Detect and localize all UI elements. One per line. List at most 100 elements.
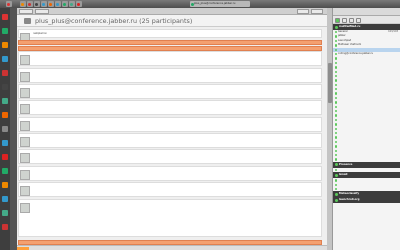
message xyxy=(18,182,322,197)
dock-icon[interactable] xyxy=(2,196,8,202)
dock-icon[interactable] xyxy=(2,168,8,174)
status-icon xyxy=(334,114,337,117)
online-icon xyxy=(335,173,338,177)
roster-group-label: Presence xyxy=(339,162,353,166)
room-icon xyxy=(24,18,31,24)
status-icon xyxy=(334,110,337,113)
toolbar-button[interactable] xyxy=(35,9,49,14)
message xyxy=(18,117,322,132)
toolbar-button[interactable] xyxy=(297,9,309,14)
search-icon[interactable] xyxy=(356,17,361,23)
dock-icon[interactable] xyxy=(2,42,8,48)
status-icon xyxy=(334,92,337,95)
chat-window: plus_plus@conference.jabber.ru (25 parti… xyxy=(17,8,327,250)
avatar xyxy=(20,88,30,98)
taskbar-tab[interactable] xyxy=(55,1,61,7)
taskbar-tab[interactable] xyxy=(34,1,40,7)
input-bar[interactable] xyxy=(17,245,327,250)
status-icon xyxy=(334,183,337,186)
message-text: nakiplemon xyxy=(33,32,47,35)
app-icon xyxy=(70,2,73,6)
dock-icon[interactable] xyxy=(2,56,8,62)
dock-icon[interactable] xyxy=(2,224,8,230)
taskbar-tab[interactable] xyxy=(69,1,75,7)
status-icon xyxy=(334,83,337,87)
message xyxy=(18,149,322,164)
dock-icon[interactable] xyxy=(2,14,8,20)
taskbar-tab[interactable] xyxy=(62,1,68,7)
dock-icon[interactable] xyxy=(2,154,8,160)
dock-icon[interactable] xyxy=(2,182,8,188)
dock-icon[interactable] xyxy=(2,112,8,118)
app-icon xyxy=(56,2,59,6)
status-icon xyxy=(334,179,337,182)
message xyxy=(18,199,322,237)
dock xyxy=(0,8,10,250)
roster-group[interactable]: launchroll.org xyxy=(333,197,400,204)
toolbar-button[interactable] xyxy=(19,9,33,14)
toolbar-button[interactable] xyxy=(311,9,323,14)
roster-item-label: coding@conference.jabber.ru xyxy=(338,51,374,55)
status-icon xyxy=(334,61,337,65)
status-icon xyxy=(334,158,337,161)
status-icon xyxy=(334,136,337,139)
status-icon xyxy=(334,52,337,56)
dock-icon[interactable] xyxy=(2,28,8,34)
scrollbar-thumb[interactable] xyxy=(327,63,332,103)
status-icon xyxy=(334,79,337,82)
taskbar-tab[interactable] xyxy=(76,1,82,7)
status-icon[interactable] xyxy=(335,17,340,23)
avatar xyxy=(20,137,30,147)
dock-icon[interactable] xyxy=(2,98,8,104)
taskbar-tab[interactable] xyxy=(6,1,12,7)
status-icon xyxy=(334,74,337,78)
avatar xyxy=(20,203,30,213)
roster-header xyxy=(333,8,400,16)
add-contact-icon[interactable] xyxy=(342,17,347,23)
status-icon xyxy=(334,44,337,47)
app-icon xyxy=(35,2,38,6)
taskbar-tab[interactable]: plus_plus@conference.jabber.ru xyxy=(190,1,250,7)
status-icon xyxy=(334,149,337,152)
join-room-icon[interactable] xyxy=(349,17,354,23)
dock-icon[interactable] xyxy=(2,140,8,146)
app-icon xyxy=(7,2,10,6)
status-icon xyxy=(334,48,337,51)
online-icon xyxy=(335,192,338,196)
taskbar-tab[interactable] xyxy=(20,1,26,7)
dock-icon[interactable] xyxy=(2,126,8,132)
taskbar-tab-label: plus_plus@conference.jabber.ru xyxy=(194,2,236,5)
dock-icon[interactable] xyxy=(2,84,8,90)
roster-panel: multiwifiled.ru General 103/103 jabber Launc… xyxy=(332,8,400,250)
roster-item-label: Launchpad xyxy=(338,38,352,42)
taskbar-tab[interactable] xyxy=(41,1,47,7)
roster-group-label: launchroll.org xyxy=(339,198,360,202)
status-icon xyxy=(334,39,337,43)
dock-icon[interactable] xyxy=(2,70,8,76)
taskbar-tab[interactable] xyxy=(48,1,54,7)
app-icon xyxy=(49,2,52,6)
roster-list: multiwifiled.ru General 103/103 jabber Launc… xyxy=(333,24,400,204)
dock-icon[interactable] xyxy=(2,210,8,216)
message xyxy=(18,40,322,45)
app-icon xyxy=(42,2,45,6)
room-header: plus_plus@conference.jabber.ru (25 parti… xyxy=(17,15,327,27)
room-title: plus_plus@conference.jabber.ru (25 parti… xyxy=(35,17,193,25)
taskbar-tab[interactable] xyxy=(27,1,33,7)
roster-group-label: multiwifiled.ru xyxy=(339,25,361,28)
left-panel xyxy=(10,8,17,250)
avatar xyxy=(20,72,30,82)
message-list: nakiplemon xyxy=(17,27,327,245)
status-icon xyxy=(334,105,337,109)
message xyxy=(18,51,322,66)
app-icon xyxy=(77,2,80,6)
app-icon xyxy=(21,2,24,6)
status-icon xyxy=(334,123,337,126)
message xyxy=(18,166,322,181)
online-icon xyxy=(335,163,338,167)
message xyxy=(18,84,322,99)
message xyxy=(18,68,322,83)
roster-group-label: Meteoclassify xyxy=(339,192,360,196)
app-icon xyxy=(28,2,31,6)
avatar xyxy=(20,170,30,180)
